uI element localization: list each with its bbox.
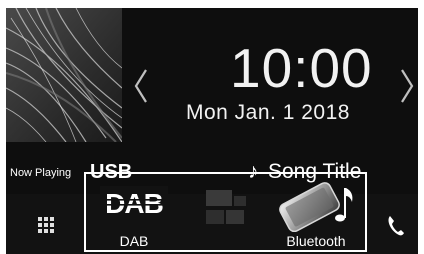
- shortcut-group: DAB DAB Bluetooth: [84, 172, 367, 252]
- chevron-left-icon[interactable]: [130, 66, 152, 106]
- head-unit-screen: 10:00 Mon Jan. 1 2018 Now Playing USB ♪ …: [0, 0, 424, 254]
- dab-logo-icon: DAB: [100, 186, 168, 220]
- chevron-right-icon[interactable]: [396, 66, 418, 106]
- bluetooth-phone-music-icon: [279, 182, 353, 232]
- shortcut-label: DAB: [119, 233, 149, 249]
- phone-icon[interactable]: [378, 208, 414, 242]
- shortcut-empty[interactable]: [182, 176, 270, 250]
- shortcut-label: Bluetooth: [286, 233, 346, 249]
- album-artwork[interactable]: [6, 8, 122, 142]
- now-playing-label: Now Playing: [10, 167, 72, 179]
- grid-placeholder-icon: [206, 190, 246, 224]
- clock-date: Mon Jan. 1 2018: [186, 101, 350, 124]
- grid-menu-icon[interactable]: [26, 208, 66, 242]
- shortcut-bluetooth[interactable]: Bluetooth: [272, 176, 360, 250]
- svg-text:DAB: DAB: [105, 188, 163, 219]
- shortcut-dab[interactable]: DAB DAB: [90, 176, 178, 250]
- clock-time: 10:00: [230, 37, 373, 99]
